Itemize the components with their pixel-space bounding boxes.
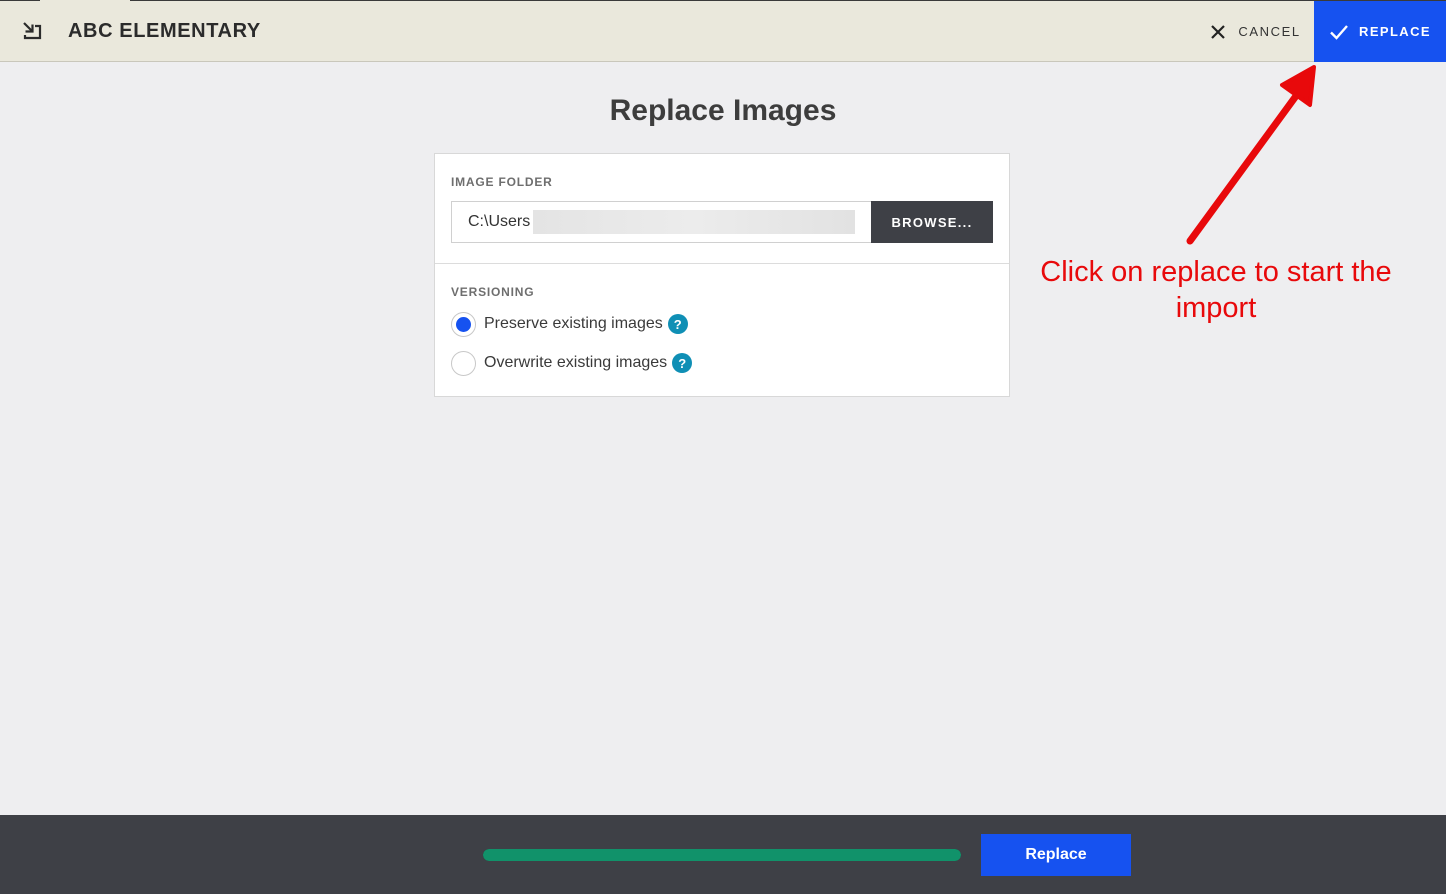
bottom-bar: Replace	[0, 815, 1446, 894]
close-icon	[1211, 24, 1226, 39]
replace-images-form: IMAGE FOLDER BROWSE... VERSIONING Preser…	[434, 153, 1010, 397]
replace-button[interactable]: REPLACE	[1314, 1, 1446, 62]
browse-button[interactable]: BROWSE...	[871, 201, 993, 243]
section-divider	[435, 263, 1009, 264]
help-icon[interactable]: ?	[667, 314, 688, 334]
radio-selected-dot	[456, 316, 471, 332]
cancel-button[interactable]: CANCEL	[1196, 1, 1314, 62]
tab-indicator	[40, 0, 130, 2]
overwrite-option[interactable]: Overwrite existing images ?	[451, 350, 693, 376]
annotation-text: Click on replace to start the import	[1040, 256, 1392, 324]
top-bar: ABC ELEMENTARY CANCEL REPLACE	[0, 0, 1446, 62]
progress-fill	[483, 849, 961, 861]
preserve-option[interactable]: Preserve existing images ?	[451, 311, 688, 337]
redacted-path	[533, 210, 855, 234]
check-icon	[1330, 24, 1348, 40]
image-folder-label: IMAGE FOLDER	[451, 175, 553, 189]
annotation-arrow	[1186, 65, 1316, 245]
overwrite-radio[interactable]	[451, 350, 476, 376]
replace-label: REPLACE	[1359, 24, 1431, 39]
import-icon	[23, 22, 42, 40]
replace-submit-button[interactable]: Replace	[981, 834, 1131, 876]
versioning-label: VERSIONING	[451, 285, 535, 299]
progress-bar	[483, 849, 961, 861]
app-title: ABC ELEMENTARY	[68, 20, 261, 42]
cancel-label: CANCEL	[1238, 24, 1301, 39]
preserve-radio[interactable]	[451, 311, 476, 337]
preserve-option-label: Preserve existing images	[484, 315, 663, 332]
help-icon[interactable]: ?	[672, 353, 693, 373]
overwrite-option-label: Overwrite existing images	[484, 354, 668, 371]
